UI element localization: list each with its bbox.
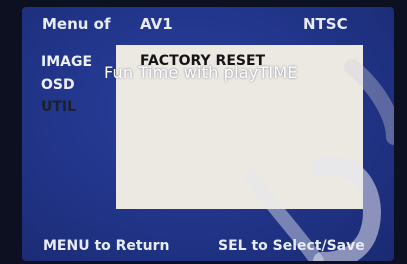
- footer-hint-select: SEL to Select/Save: [218, 238, 365, 254]
- video-standard-label: NTSC: [303, 15, 348, 33]
- menu-item-util[interactable]: UTIL: [41, 99, 76, 115]
- menu-title: Menu of: [42, 15, 111, 33]
- footer-hint-return: MENU to Return: [43, 238, 170, 254]
- watermark-overlay-text: Fun Time with playTIME: [104, 63, 298, 82]
- source-label: AV1: [140, 15, 173, 33]
- osd-screen: Menu of AV1 NTSC IMAGE OSD UTIL FACTORY …: [22, 7, 394, 261]
- monitor-bezel: Menu of AV1 NTSC IMAGE OSD UTIL FACTORY …: [0, 0, 407, 264]
- menu-item-osd[interactable]: OSD: [41, 77, 75, 93]
- menu-item-image[interactable]: IMAGE: [41, 54, 92, 70]
